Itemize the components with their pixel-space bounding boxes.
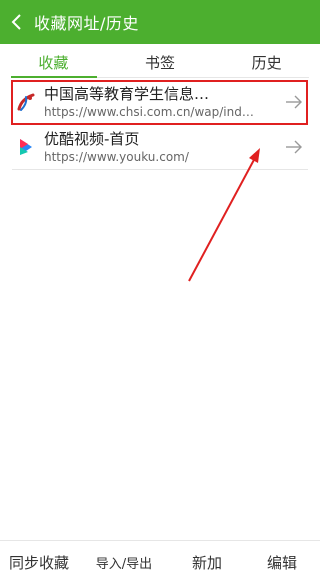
edit-button[interactable]: 编辑: [244, 552, 320, 573]
tab-favorites[interactable]: 收藏: [0, 44, 107, 78]
page-title: 收藏网址/历史: [34, 14, 139, 33]
bookmark-title: 优酷视频-首页: [44, 130, 140, 148]
tab-bookmarks[interactable]: 书签: [107, 44, 214, 78]
bookmark-url: https://www.youku.com/: [44, 150, 189, 164]
bookmark-title: 中国高等教育学生信息…: [44, 85, 210, 103]
list-item-youku[interactable]: 优酷视频-首页 https://www.youku.com/: [12, 125, 308, 170]
bookmark-url: https://www.chsi.com.cn/wap/ind…: [44, 105, 254, 119]
arrow-right-icon[interactable]: [282, 135, 306, 159]
arrow-right-icon[interactable]: [282, 90, 306, 114]
add-button[interactable]: 新加: [170, 552, 244, 573]
back-button[interactable]: [0, 0, 34, 44]
title-bar: 收藏网址/历史: [0, 0, 320, 44]
sync-favorites-button[interactable]: 同步收藏: [0, 552, 78, 573]
youku-logo-icon: [14, 135, 38, 159]
chevron-left-icon: [11, 14, 21, 30]
bottom-toolbar: 同步收藏 导入/导出 新加 编辑: [0, 540, 320, 584]
import-export-button[interactable]: 导入/导出: [78, 553, 170, 572]
tab-active-indicator: [11, 76, 97, 78]
tab-history[interactable]: 历史: [213, 44, 320, 78]
tab-bar: 收藏 书签 历史: [0, 44, 320, 78]
chsi-logo-icon: [14, 90, 38, 114]
favorites-list: 中国高等教育学生信息… https://www.chsi.com.cn/wap/…: [12, 80, 308, 170]
list-item-chsi[interactable]: 中国高等教育学生信息… https://www.chsi.com.cn/wap/…: [12, 80, 308, 125]
